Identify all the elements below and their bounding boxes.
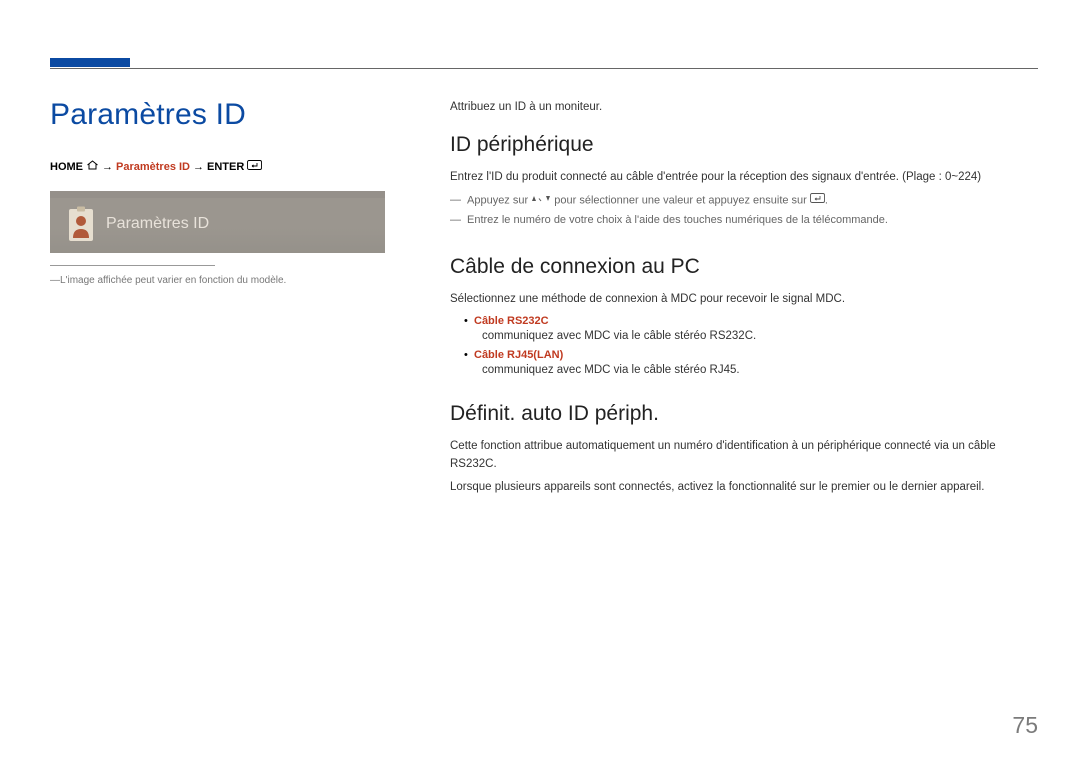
home-icon	[86, 160, 99, 173]
section-pc-cable: Câble de connexion au PC Sélectionnez un…	[450, 255, 1038, 376]
sidebar-note: ―L'image affichée peut varier en fonctio…	[50, 275, 385, 286]
hint1-part-a: Appuyez sur	[467, 194, 528, 206]
section-device-id: ID périphérique Entrez l'ID du produit c…	[450, 133, 1038, 229]
heading-auto-id: Définit. auto ID périph.	[450, 402, 1038, 426]
device-id-hint-2: ― Entrez le numéro de votre choix à l'ai…	[450, 212, 1038, 229]
bullet-desc-rj45: communiquez avec MDC via le câble stéréo…	[450, 364, 1038, 376]
sidebar: Paramètres ID HOME → Paramètres ID → ENT…	[50, 98, 385, 286]
hint1-part-b: pour sélectionner une valeur et appuyez …	[554, 194, 807, 206]
hint1-part-c: .	[825, 194, 828, 206]
hint2-text: Entrez le numéro de votre choix à l'aide…	[467, 212, 888, 229]
list-item: • Câble RS232C communiquez avec MDC via …	[450, 315, 1038, 342]
enter-small-icon	[810, 192, 825, 209]
auto-id-desc-2: Lorsque plusieurs appareils sont connect…	[450, 479, 1038, 497]
section-auto-id: Définit. auto ID périph. Cette fonction …	[450, 402, 1038, 496]
heading-pc-cable: Câble de connexion au PC	[450, 255, 1038, 279]
breadcrumb: HOME → Paramètres ID → ENTER	[50, 160, 385, 173]
up-down-arrows-icon	[531, 192, 551, 209]
pc-cable-desc: Sélectionnez une méthode de connexion à …	[450, 291, 1038, 309]
auto-id-desc-1: Cette fonction attribue automatiquement …	[450, 438, 1038, 474]
device-id-hint-1: ― Appuyez sur pour sélectionner une vale…	[450, 192, 1038, 209]
main-content: Attribuez un ID à un moniteur. ID périph…	[450, 101, 1038, 523]
ui-preview-label: Paramètres ID	[106, 215, 209, 233]
list-item: • Câble RJ45(LAN) communiquez avec MDC v…	[450, 349, 1038, 376]
bullet-label-rs232c: Câble RS232C	[474, 315, 549, 327]
device-id-desc: Entrez l'ID du produit connecté au câble…	[450, 169, 1038, 187]
header-rule	[50, 68, 1038, 69]
bullet-desc-rs232c: communiquez avec MDC via le câble stéréo…	[450, 330, 1038, 342]
header-accent-bar	[50, 58, 130, 67]
ui-preview-card: Paramètres ID	[50, 191, 385, 253]
sidebar-note-text: L'image affichée peut varier en fonction…	[60, 275, 286, 286]
sidebar-rule	[50, 265, 215, 266]
id-badge-icon	[68, 206, 94, 242]
breadcrumb-home: HOME	[50, 161, 83, 173]
intro-text: Attribuez un ID à un moniteur.	[450, 101, 1038, 113]
bullet-label-rj45: Câble RJ45(LAN)	[474, 349, 563, 361]
breadcrumb-current: Paramètres ID	[116, 161, 190, 173]
enter-icon	[247, 160, 262, 173]
page-number: 75	[1012, 712, 1038, 739]
breadcrumb-arrow-1: →	[102, 161, 113, 173]
heading-device-id: ID périphérique	[450, 133, 1038, 157]
page-title: Paramètres ID	[50, 98, 385, 132]
breadcrumb-arrow-2: →	[193, 161, 204, 173]
breadcrumb-enter: ENTER	[207, 161, 244, 173]
